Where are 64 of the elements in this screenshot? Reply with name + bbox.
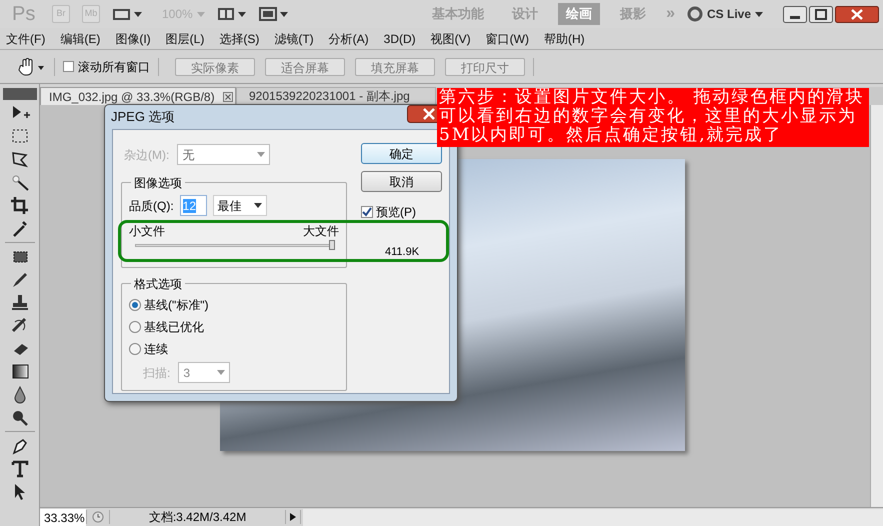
menu-item[interactable]: 3D(D) xyxy=(384,30,416,48)
menu-item[interactable]: 图像(I) xyxy=(115,30,151,48)
checkbox[interactable] xyxy=(361,206,373,218)
file-size: 411.9K xyxy=(385,245,420,260)
crop-tool-icon[interactable] xyxy=(10,196,30,215)
menu-item[interactable]: 分析(A) xyxy=(328,30,369,48)
menu-item[interactable]: 编辑(E) xyxy=(60,30,100,48)
menu-item[interactable]: 滤镜(T) xyxy=(274,30,314,48)
radio-button[interactable] xyxy=(129,343,141,355)
gradient-tool-icon[interactable] xyxy=(10,362,30,381)
dialog-title: JPEG 选项 xyxy=(111,108,175,126)
caret-icon xyxy=(755,12,763,16)
close-icon[interactable] xyxy=(835,6,879,22)
slider-thumb[interactable] xyxy=(329,240,335,250)
slider-label: 大文件 xyxy=(303,223,339,240)
lasso-tool-icon[interactable] xyxy=(10,150,30,169)
menu-item[interactable]: 视图(V) xyxy=(430,30,471,48)
annotation-note: 第六步：设置图片文件大小。 拖动绿色框内的滑块可以看到右边的数字会有变化，这里的大小显示为5M以内即可。然后点确定按钮,就完成了 xyxy=(437,88,869,147)
menu-item[interactable]: 选择(S) xyxy=(219,30,260,48)
play-icon[interactable] xyxy=(285,510,301,524)
minimize-icon[interactable] xyxy=(783,6,807,22)
caret-icon xyxy=(196,12,205,16)
close-icon[interactable] xyxy=(407,105,437,123)
dialog-button[interactable]: 确定 xyxy=(361,143,442,164)
radio-label: 基线已优化 xyxy=(144,319,204,336)
horizontal-scrollbar[interactable] xyxy=(303,508,883,526)
radio-button[interactable] xyxy=(129,321,141,333)
panel-header xyxy=(2,88,36,100)
group-title: 格式选项 xyxy=(131,275,185,293)
menu-item[interactable]: 图层(L) xyxy=(166,30,204,48)
checkbox[interactable] xyxy=(63,61,74,72)
layout-icon[interactable] xyxy=(216,7,247,21)
field-label: 杂边(M): xyxy=(124,146,170,164)
menu-item[interactable]: 窗口(W) xyxy=(486,30,529,48)
app-logo: Ps xyxy=(11,2,36,27)
caret-icon xyxy=(254,203,262,208)
screen-mode-icon[interactable] xyxy=(258,7,289,21)
document-size: 文档:3.42M/3.42M xyxy=(148,509,248,526)
checkbox-label: 预览(P) xyxy=(376,204,416,221)
close-icon[interactable] xyxy=(222,92,233,102)
caret-icon xyxy=(257,152,266,157)
menu-item[interactable]: 帮助(H) xyxy=(544,30,585,48)
maximize-icon[interactable] xyxy=(809,6,833,22)
stamp-tool-icon[interactable] xyxy=(10,293,30,312)
zoom-field[interactable]: 33.33% xyxy=(40,508,86,526)
quality-dropdown[interactable]: 最佳 xyxy=(212,195,267,216)
group-title: 图像选项 xyxy=(131,174,185,192)
menu-item[interactable]: 文件(F) xyxy=(6,30,46,48)
document-tab[interactable]: IMG_032.jpg @ 33.3%(RGB/8) xyxy=(40,87,236,105)
vertical-scrollbar[interactable] xyxy=(870,105,883,507)
field-label: 品质(Q): xyxy=(129,198,174,214)
cs-live-button[interactable]: CS Live xyxy=(706,5,763,23)
dialog-button[interactable]: 取消 xyxy=(361,171,442,192)
checkbox-label: 滚动所有窗口 xyxy=(78,58,150,76)
field-label: 扫描: xyxy=(143,364,170,382)
document-tab[interactable]: 9201539220231001 - 副本.jpg xyxy=(236,87,436,105)
circle-icon xyxy=(686,6,703,22)
hand-icon[interactable] xyxy=(16,58,55,76)
slider-label: 小文件 xyxy=(129,223,165,240)
radio-label: 连续 xyxy=(144,341,168,358)
radio-button[interactable] xyxy=(129,299,141,311)
text-tool-icon[interactable] xyxy=(10,459,30,478)
radio-label: 基线("标准") xyxy=(144,297,209,314)
caret-icon xyxy=(217,370,226,375)
